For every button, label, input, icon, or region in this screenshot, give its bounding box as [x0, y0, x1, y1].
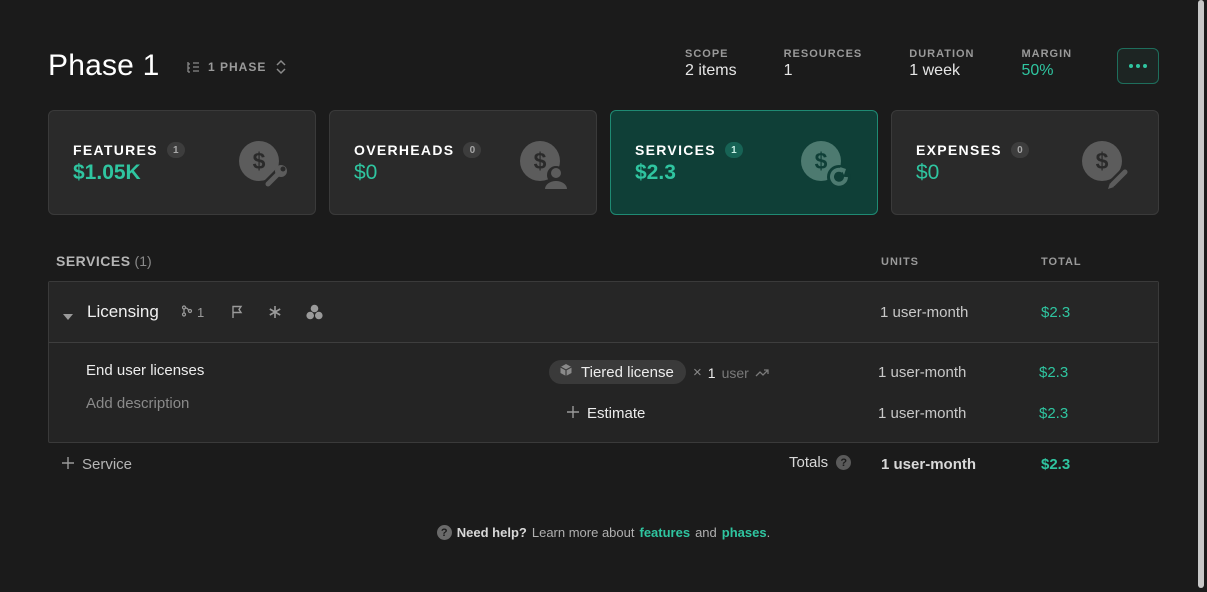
add-service-label: Service [82, 456, 133, 473]
service-total: $2.3 [1041, 304, 1071, 321]
estimate-label: Estimate [587, 405, 646, 422]
features-link[interactable]: features [639, 525, 690, 540]
card-title: EXPENSES [916, 142, 1002, 158]
dollar-pencil-icon: $ [1080, 139, 1134, 198]
line-item-name[interactable]: End user licenses [86, 362, 204, 379]
stat-label: SCOPE [685, 48, 729, 60]
stat-margin: MARGIN 50% [1022, 48, 1073, 80]
quantity-unit: user [721, 364, 749, 381]
more-options-button[interactable] [1117, 48, 1159, 84]
section-count: (1) [134, 253, 152, 269]
quantity-value[interactable]: 1 [708, 365, 716, 381]
help-period: . [766, 525, 771, 540]
card-value: $2.3 [635, 161, 676, 184]
flag-icon[interactable] [230, 305, 244, 319]
stat-label: RESOURCES [783, 48, 863, 60]
asterisk-icon[interactable] [268, 305, 282, 319]
stat-value: 2 items [685, 62, 737, 79]
svg-text:$: $ [253, 148, 266, 174]
list-icon [186, 60, 200, 74]
card-features[interactable]: FEATURES 1 $1.05K $ [48, 110, 316, 215]
plus-icon [62, 456, 74, 473]
stat-resources: RESOURCES 1 [784, 48, 863, 80]
estimate-total: $2.3 [1039, 405, 1069, 422]
dollar-refresh-icon: $ [799, 139, 853, 198]
totals-text: Totals [789, 454, 829, 471]
dependency-button[interactable]: 1 [181, 305, 204, 320]
line-units: 1 user-month [878, 364, 967, 381]
page-title: Phase 1 [48, 49, 160, 82]
scrollbar[interactable] [1196, 0, 1207, 592]
estimate-button[interactable]: Estimate [567, 405, 645, 422]
count-badge: 1 [724, 142, 743, 158]
help-footer: ? Need help? Learn more about features a… [0, 525, 1207, 540]
card-value: $0 [354, 161, 378, 184]
stat-label: MARGIN [1021, 48, 1073, 60]
service-name[interactable]: Licensing [87, 302, 159, 322]
card-expenses[interactable]: EXPENSES 0 $0 $ [891, 110, 1159, 215]
branch-icon [181, 304, 193, 320]
help-icon[interactable]: ? [836, 455, 852, 470]
dollar-user-icon: $ [518, 139, 572, 198]
card-title: FEATURES [73, 142, 158, 158]
help-text: Learn more about [531, 525, 635, 540]
card-services[interactable]: SERVICES 1 $2.3 $ [610, 110, 878, 215]
stat-label: DURATION [909, 48, 975, 60]
stat-scope: SCOPE 2 items [685, 48, 737, 80]
dollar-wrench-icon: $ [237, 139, 291, 198]
caret-down-icon[interactable] [62, 308, 74, 326]
card-title: SERVICES [635, 142, 716, 158]
description-field[interactable]: Add description [86, 395, 189, 412]
chevron-up-down-icon [274, 58, 288, 76]
stat-value: 1 [783, 62, 793, 79]
card-overheads[interactable]: OVERHEADS 0 $0 $ [329, 110, 597, 215]
line-total: $2.3 [1039, 364, 1069, 381]
count-badge: 1 [166, 142, 185, 158]
section-label: SERVICES (1) [56, 253, 152, 269]
card-value: $1.05K [73, 161, 141, 184]
svg-text:$: $ [534, 148, 547, 174]
help-heading: Need help? [456, 525, 527, 540]
totals-units: 1 user-month [881, 456, 977, 473]
service-group: Licensing 1 1 user-month $2.3 End user l… [48, 281, 1159, 443]
multiply-sign: × [693, 364, 702, 381]
help-icon: ? [436, 525, 452, 540]
stat-value: 50% [1021, 62, 1054, 79]
stat-value: 1 week [909, 62, 960, 79]
phases-link[interactable]: phases [722, 525, 767, 540]
totals-label: Totals ? [789, 454, 852, 471]
service-row[interactable]: Licensing 1 1 user-month $2.3 [49, 282, 1158, 343]
service-units: 1 user-month [880, 304, 969, 321]
add-service-button[interactable]: Service [62, 456, 132, 473]
help-and: and [695, 525, 717, 540]
card-title: OVERHEADS [354, 142, 455, 158]
quantity[interactable]: × 1 user [693, 364, 769, 381]
dependency-count: 1 [197, 304, 205, 320]
phase-stats: SCOPE 2 items RESOURCES 1 DURATION 1 wee… [685, 48, 1119, 80]
plus-icon [567, 405, 579, 422]
units-column-header: UNITS [881, 256, 919, 268]
svg-text:$: $ [815, 148, 828, 174]
card-value: $0 [916, 161, 940, 184]
pricing-chip-label: Tiered license [581, 363, 674, 381]
estimate-units: 1 user-month [878, 405, 967, 422]
totals-total: $2.3 [1041, 456, 1071, 473]
section-title: SERVICES [56, 253, 131, 269]
svg-text:$: $ [1096, 148, 1109, 174]
ellipsis-icon [1129, 64, 1147, 68]
stat-duration: DURATION 1 week [909, 48, 974, 80]
pricing-chip[interactable]: Tiered license [549, 360, 686, 384]
phase-selector[interactable]: 1 PHASE [186, 57, 288, 77]
trend-up-icon[interactable] [755, 365, 769, 381]
total-column-header: TOTAL [1041, 256, 1082, 268]
count-badge: 0 [463, 142, 482, 158]
count-badge: 0 [1010, 142, 1029, 158]
scrollbar-thumb[interactable] [1198, 0, 1204, 588]
cube-icon [559, 363, 573, 381]
service-toolbar: 1 [181, 304, 323, 320]
phase-selector-label: 1 PHASE [208, 60, 267, 74]
team-icon[interactable] [306, 304, 323, 320]
